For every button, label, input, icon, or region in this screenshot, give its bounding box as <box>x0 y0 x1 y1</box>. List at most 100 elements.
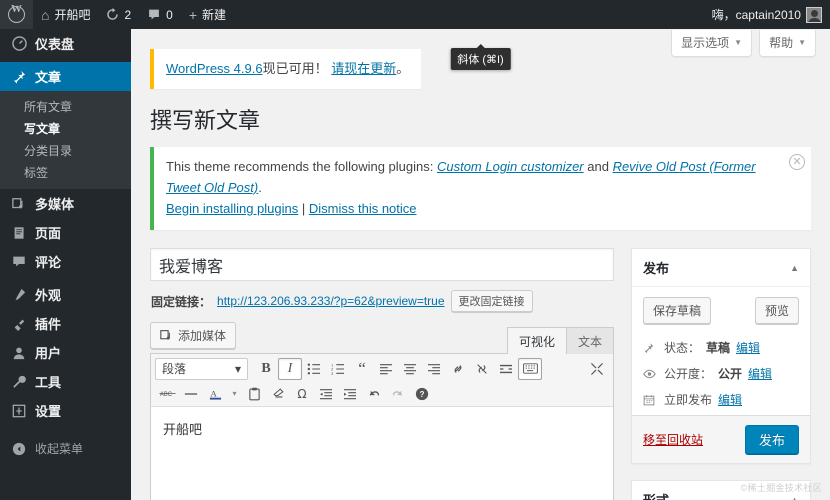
text-color-button[interactable]: A <box>203 383 227 405</box>
adminbar-new-content[interactable]: + 新建 <box>181 0 234 29</box>
sidebar-item-dashboard[interactable]: 仪表盘 <box>0 29 131 58</box>
numbered-list-button[interactable]: 123 <box>326 358 350 380</box>
collapse-arrow-icon <box>11 441 27 457</box>
wordpress-logo-icon <box>8 3 25 23</box>
update-nag-text: 现已可用！ <box>262 61 328 76</box>
help-button[interactable]: 帮助 ▼ <box>759 30 816 57</box>
format-metabox-title: 形式 <box>643 490 669 500</box>
paste-as-text-button[interactable] <box>242 383 266 405</box>
sidebar-subitem-tags[interactable]: 标签 <box>0 162 131 184</box>
toolbar-toggle-button[interactable] <box>518 357 542 380</box>
sidebar-item-plugins[interactable]: 插件 <box>0 309 131 338</box>
publish-metabox: 发布 ▲ 保存草稿 预览 状态： 草稿 编辑 公开度： 公开 编辑 立即发布 编… <box>631 248 811 465</box>
undo-button[interactable] <box>362 383 386 405</box>
close-icon[interactable]: ✕ <box>789 154 805 171</box>
strikethrough-button[interactable]: ABC <box>155 383 179 405</box>
publish-metabox-title: 发布 <box>643 261 670 277</box>
pin-icon <box>643 342 658 354</box>
collapse-menu-button[interactable]: 收起菜单 <box>0 435 131 462</box>
permalink-url[interactable]: http://123.206.93.233/?p=62&preview=true <box>217 294 445 308</box>
keyboard-shortcuts-button[interactable]: ? <box>410 383 434 405</box>
screen-options-button[interactable]: 显示选项 ▼ <box>671 30 753 57</box>
sidebar-item-appearance[interactable]: 外观 <box>0 280 131 309</box>
dismiss-this-notice-link[interactable]: Dismiss this notice <box>309 201 417 216</box>
adminbar-site-name[interactable]: ⌂ 开船吧 <box>33 0 98 29</box>
adminbar-comments[interactable]: 0 <box>139 0 181 29</box>
users-icon <box>11 345 27 361</box>
publish-button[interactable]: 发布 <box>744 425 799 455</box>
paragraph-format-select[interactable]: 段落 ▾ <box>155 357 248 380</box>
move-to-trash-link[interactable]: 移至回收站 <box>643 431 703 448</box>
save-draft-button[interactable]: 保存草稿 <box>643 297 712 325</box>
bulleted-list-button[interactable] <box>302 358 326 380</box>
format-metabox-header[interactable]: 形式 ▲ <box>632 481 810 500</box>
edit-status-link[interactable]: 编辑 <box>736 339 760 356</box>
preview-button[interactable]: 预览 <box>754 297 799 325</box>
adminbar-updates-count: 2 <box>124 7 132 22</box>
chevron-down-icon: ▼ <box>734 37 743 47</box>
align-right-button[interactable] <box>422 358 446 380</box>
tab-text[interactable]: 文本 <box>565 327 614 355</box>
sidebar-item-users[interactable]: 用户 <box>0 338 131 367</box>
horizontal-line-button[interactable] <box>179 383 203 405</box>
redo-button[interactable] <box>386 383 410 405</box>
blockquote-button[interactable]: “ <box>350 358 374 380</box>
sidebar-item-label: 评论 <box>35 255 62 270</box>
text-color-dropdown-button[interactable]: ▾ <box>227 383 242 405</box>
comment-bubble-icon <box>147 8 161 21</box>
editor-paragraph: 开船吧 <box>163 422 203 438</box>
sidebar-item-label: 仪表盘 <box>35 37 75 52</box>
help-label: 帮助 <box>769 36 794 50</box>
tab-visual[interactable]: 可视化 <box>506 327 567 355</box>
clear-formatting-button[interactable] <box>266 383 290 405</box>
sidebar-subitem-categories[interactable]: 分类目录 <box>0 140 131 162</box>
edit-schedule-link[interactable]: 编辑 <box>718 391 742 408</box>
sidebar-item-pages[interactable]: 页面 <box>0 218 131 247</box>
bold-button[interactable]: B <box>254 358 278 380</box>
chevron-up-icon[interactable]: ▲ <box>790 495 799 500</box>
fullscreen-button[interactable] <box>585 358 609 380</box>
edit-visibility-link[interactable]: 编辑 <box>748 365 772 382</box>
publish-metabox-body: 保存草稿 预览 状态： 草稿 编辑 公开度： 公开 编辑 立即发布 编辑 <box>632 287 810 415</box>
align-left-button[interactable] <box>374 358 398 380</box>
tools-icon <box>11 374 27 390</box>
add-media-button[interactable]: 添加媒体 <box>150 322 237 350</box>
post-content-editor[interactable]: 开船吧 <box>151 407 613 500</box>
post-status-value: 草稿 <box>706 341 731 356</box>
pin-icon <box>11 69 27 85</box>
editor-toolbar: 段落 ▾ B I 123 “ ABC A ▾ Ω ? 斜体 (⌘I) <box>151 44 613 408</box>
plugin-link-custom-login-customizer[interactable]: Custom Login customizer <box>437 159 584 174</box>
insert-link-button[interactable] <box>446 358 470 380</box>
sidebar-item-posts[interactable]: 文章 <box>0 62 139 91</box>
chevron-down-icon: ▾ <box>234 361 241 376</box>
toolbar-row-2: ABC A ▾ Ω ? 斜体 (⌘I) <box>153 44 611 406</box>
sidebar-item-media[interactable]: 多媒体 <box>0 189 131 218</box>
chevron-up-icon[interactable]: ▲ <box>790 263 799 273</box>
special-character-button[interactable]: Ω <box>290 383 314 405</box>
sidebar-subitem-add-new[interactable]: 写文章 <box>0 118 131 140</box>
adminbar-wp-logo[interactable] <box>0 0 33 29</box>
post-visibility-row: 公开度： 公开 编辑 <box>643 361 799 387</box>
svg-text:2: 2 <box>331 368 333 372</box>
publish-metabox-header[interactable]: 发布 ▲ <box>632 249 810 288</box>
decrease-indent-button[interactable] <box>314 383 338 405</box>
update-nag-update-link[interactable]: 请现在更新 <box>331 61 396 76</box>
remove-link-button[interactable] <box>470 358 494 380</box>
begin-installing-plugins-link[interactable]: Begin installing plugins <box>166 201 298 216</box>
sidebar-item-label: 插件 <box>35 317 62 332</box>
edit-permalink-button[interactable]: 更改固定链接 <box>450 290 533 313</box>
sidebar-subitem-all-posts[interactable]: 所有文章 <box>0 96 131 118</box>
italic-button[interactable]: I <box>278 357 302 380</box>
sidebar-item-label: 页面 <box>35 226 62 241</box>
sidebar-item-tools[interactable]: 工具 <box>0 367 131 396</box>
insert-read-more-button[interactable] <box>494 358 518 380</box>
update-nag-version-link[interactable]: WordPress 4.9.6 <box>166 61 263 76</box>
adminbar-my-account[interactable]: 嗨，captain2010 <box>704 0 830 29</box>
media-icon <box>160 329 173 342</box>
post-title-input[interactable] <box>150 248 614 282</box>
sidebar-item-settings[interactable]: 设置 <box>0 396 131 425</box>
align-center-button[interactable] <box>398 358 422 380</box>
increase-indent-button[interactable] <box>338 383 362 405</box>
adminbar-updates[interactable]: 2 <box>98 0 139 29</box>
sidebar-item-comments[interactable]: 评论 <box>0 247 131 276</box>
